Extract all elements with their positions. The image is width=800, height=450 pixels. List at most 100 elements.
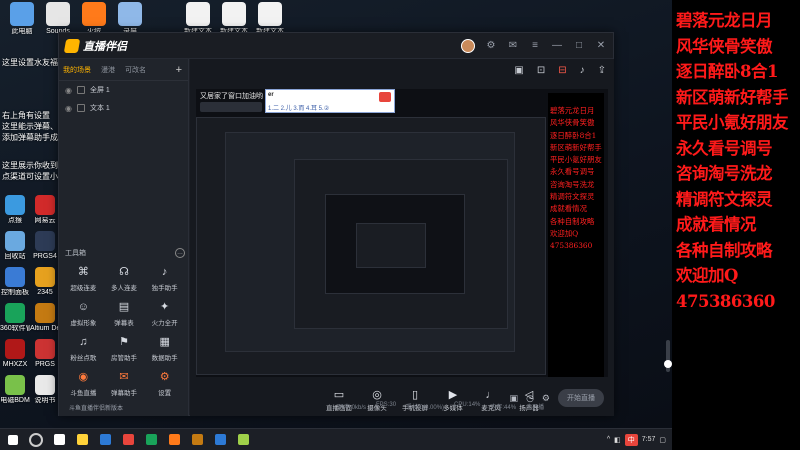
desktop-icon[interactable]: 此电脑 bbox=[2, 2, 42, 36]
desktop-icon[interactable]: 说明书 bbox=[30, 375, 60, 405]
tool-6[interactable]: ✦ 火力全开 bbox=[144, 300, 185, 327]
tab-my-scenes[interactable]: 我的场景 bbox=[63, 65, 91, 75]
eye-icon[interactable]: ◉ bbox=[65, 104, 72, 113]
desktop-icon-label: 控制面板 bbox=[1, 289, 29, 296]
taskbar-app[interactable] bbox=[49, 432, 69, 448]
tool-3[interactable]: ♪ 独手助手 bbox=[144, 265, 185, 292]
desktop-icon[interactable]: 新建文本 bbox=[250, 2, 290, 36]
desktop-icon[interactable]: PRGS4 bbox=[30, 231, 60, 261]
message-icon[interactable]: ✉ bbox=[507, 40, 519, 51]
tool-label: 斗鱼直播 bbox=[70, 390, 97, 397]
taskbar-app-icon bbox=[191, 434, 203, 445]
taskbar-app[interactable] bbox=[141, 432, 161, 448]
scene-tabs: 我的场景 漫港 可改名 + bbox=[59, 59, 188, 81]
tool-7[interactable]: ♫ 粉丝点歌 bbox=[63, 335, 104, 362]
preview-subrow bbox=[200, 102, 262, 112]
eye-icon[interactable]: ◉ bbox=[65, 86, 72, 95]
taskbar-app[interactable] bbox=[164, 432, 184, 448]
scene-item-label: 全屏 1 bbox=[89, 87, 110, 94]
ime-candidate-box[interactable]: er 1.二 2.儿 3.而 4.耳 5.② bbox=[265, 89, 395, 113]
desktop-icon[interactable]: MHXZX bbox=[0, 339, 30, 369]
tool-9[interactable]: ▦ 数据助手 bbox=[144, 335, 185, 362]
taskbar-app[interactable] bbox=[233, 432, 253, 448]
lock-icon[interactable]: ⊡ bbox=[537, 65, 545, 76]
add-scene-icon[interactable]: + bbox=[176, 64, 182, 76]
app-icon bbox=[258, 2, 282, 26]
tool-4[interactable]: ☺ 虚拟形象 bbox=[63, 300, 104, 327]
network-icon[interactable]: ◧ bbox=[614, 436, 621, 444]
share-icon[interactable]: ⇪ bbox=[598, 65, 606, 76]
tab-third[interactable]: 可改名 bbox=[125, 65, 146, 75]
app-icon bbox=[10, 2, 34, 26]
menu-icon[interactable]: ≡ bbox=[529, 40, 541, 51]
toolbox-footer: 斗鱼直播伴侣新版本 bbox=[69, 406, 124, 412]
scene-item[interactable]: ◉ 文本 1 bbox=[59, 99, 188, 117]
taskbar-app[interactable] bbox=[187, 432, 207, 448]
taskbar-app[interactable] bbox=[72, 432, 92, 448]
search-button[interactable] bbox=[26, 432, 46, 448]
desktop-icon[interactable]: 火绒 bbox=[74, 2, 114, 36]
search-icon bbox=[29, 432, 43, 447]
desktop-icon[interactable]: PRGS bbox=[30, 339, 60, 369]
status-item: 丢帧:0(0.00%) bbox=[406, 405, 445, 411]
more-tools-icon[interactable]: … bbox=[175, 248, 185, 258]
ime-indicator[interactable]: 中 bbox=[624, 433, 638, 446]
taskbar-app[interactable] bbox=[210, 432, 230, 448]
lock-icon[interactable] bbox=[76, 86, 85, 94]
lock-icon[interactable] bbox=[76, 104, 85, 112]
user-avatar[interactable] bbox=[461, 38, 475, 53]
desktop-icon-label: 此电脑 bbox=[11, 28, 33, 35]
status-item: FPS:30 bbox=[376, 402, 397, 408]
stream-preview[interactable]: 又居家了窗口加油哟 er 1.二 2.儿 3.而 4.耳 5.② 碧落元龙日月 … bbox=[196, 89, 608, 377]
desktop-icon[interactable]: 电磁BDM bbox=[0, 375, 30, 405]
desktop-icon[interactable]: 新建文本 bbox=[214, 2, 254, 36]
main-area: ▣ ⊡ ⊟ ♪ ⇪ 又居家了窗口加油哟 er 1.二 2.儿 3.而 4.耳 5… bbox=[190, 59, 614, 416]
start-button[interactable] bbox=[3, 432, 23, 448]
close-button[interactable]: ✕ bbox=[595, 40, 607, 51]
preview-title: 又居家了窗口加油哟 bbox=[200, 93, 263, 100]
top-toolbar: ▣ ⊡ ⊟ ♪ ⇪ bbox=[514, 65, 606, 76]
desktop-icon[interactable]: 2345 bbox=[30, 267, 60, 297]
delete-icon[interactable]: ⊟ bbox=[558, 65, 566, 76]
tool-5[interactable]: ▤ 弹幕表 bbox=[104, 300, 145, 327]
scene-item[interactable]: ◉ 全屏 1 bbox=[59, 81, 188, 99]
tool-8[interactable]: ⚑ 房管助手 bbox=[104, 335, 145, 362]
tool-10[interactable]: ◉ 斗鱼直播 bbox=[63, 370, 104, 397]
minimize-button[interactable]: — bbox=[551, 40, 563, 51]
tool-icon: ☊ bbox=[119, 266, 129, 278]
settings-icon[interactable]: ⚙ bbox=[485, 40, 497, 51]
clock[interactable]: 7:57 bbox=[642, 436, 656, 443]
tab-second[interactable]: 漫港 bbox=[101, 65, 115, 75]
start-live-button[interactable]: 开始直播 bbox=[558, 389, 604, 407]
taskbar-app[interactable] bbox=[95, 432, 115, 448]
desktop-icon[interactable]: 网易云 bbox=[30, 195, 60, 225]
taskbar-app[interactable] bbox=[118, 432, 138, 448]
notification-icon[interactable]: ▢ bbox=[659, 436, 666, 444]
tray-up-icon[interactable]: ^ bbox=[607, 436, 610, 443]
source-icon: ▯ bbox=[411, 389, 419, 401]
desktop-icon[interactable]: 点猴 bbox=[0, 195, 30, 225]
tool-1[interactable]: ⌘ 超级连麦 bbox=[63, 265, 104, 292]
source-icon: ▭ bbox=[333, 389, 345, 401]
desktop-icon[interactable]: 360软件管家 bbox=[0, 303, 30, 333]
volume-slider-handle[interactable] bbox=[664, 360, 672, 368]
ime-candidates[interactable]: 1.二 2.儿 3.而 4.耳 5.② bbox=[268, 103, 329, 112]
tool-icon: ♫ bbox=[79, 336, 88, 348]
desktop-icon[interactable]: Sounds bbox=[38, 2, 78, 36]
desktop-icon[interactable]: 录屏 bbox=[110, 2, 150, 36]
bell-icon[interactable]: ♪ bbox=[580, 65, 585, 76]
tool-icon: ⌘ bbox=[77, 266, 89, 278]
tool-12[interactable]: ⚙ 设置 bbox=[144, 370, 185, 397]
screenshot-icon[interactable]: ▣ bbox=[514, 65, 523, 76]
preview-panel-line: 永久看号调号 bbox=[550, 167, 595, 177]
volume-slider[interactable] bbox=[664, 340, 672, 372]
maximize-button[interactable]: □ bbox=[573, 40, 585, 51]
desktop-icon-label: 360软件管家 bbox=[0, 325, 30, 332]
desktop-icon[interactable]: 新建文本 bbox=[178, 2, 218, 36]
desktop-icon[interactable]: 控制面板 bbox=[0, 267, 30, 297]
tool-2[interactable]: ☊ 多人连麦 bbox=[104, 265, 145, 292]
app-icon bbox=[118, 2, 142, 26]
tool-11[interactable]: ✉ 弹幕助手 bbox=[104, 370, 145, 397]
desktop-icon[interactable]: 回收站 bbox=[0, 231, 30, 261]
desktop-icon[interactable]: Altium Design bbox=[30, 303, 60, 333]
